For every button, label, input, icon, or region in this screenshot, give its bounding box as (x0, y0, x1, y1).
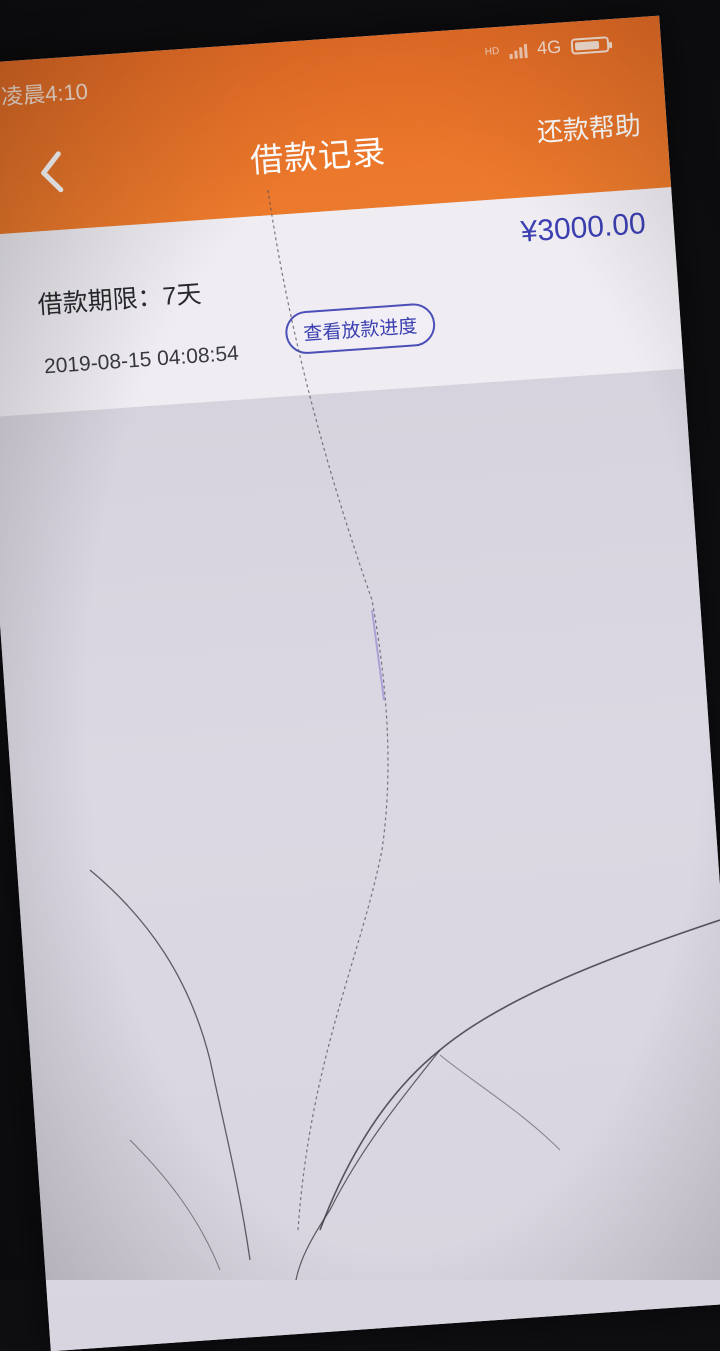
empty-content-area (0, 368, 720, 1351)
loan-term: 借款期限：7天 (36, 280, 203, 320)
network-type: 4G (536, 36, 562, 59)
phone-screen: 凌晨4:10 HD 4G 借款记录 还款帮助 借款期限：7天 ¥3000.00 … (0, 15, 720, 1351)
status-time: 凌晨4:10 (0, 78, 89, 110)
view-progress-button[interactable]: 查看放款进度 (283, 302, 437, 356)
loan-date: 2019-08-15 04:08:54 (43, 341, 240, 379)
signal-icon (509, 41, 528, 59)
battery-icon (570, 35, 610, 55)
status-indicators: HD 4G (484, 33, 610, 63)
hd-badge: HD (484, 45, 500, 58)
repayment-help-link[interactable]: 还款帮助 (536, 105, 642, 149)
loan-amount: ¥3000.00 (519, 207, 647, 249)
